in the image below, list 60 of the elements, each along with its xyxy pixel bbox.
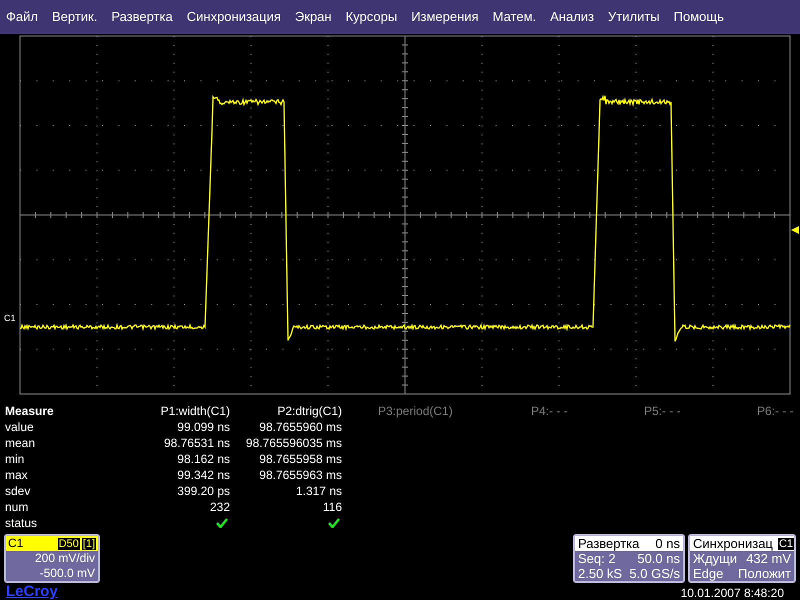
timebase-delay: 0 ns: [655, 536, 680, 551]
measure-value: 98.162 ns: [177, 451, 230, 467]
info-label: Seq: 2: [578, 551, 616, 566]
parameter-header[interactable]: P3:period(C1): [378, 404, 453, 418]
info-value: 432 mV: [746, 551, 791, 566]
parameter-header[interactable]: P2:dtrig(C1): [277, 404, 342, 418]
menu-item[interactable]: Анализ: [550, 7, 594, 27]
measure-value: 399.20 ps: [177, 483, 230, 499]
channel-offset: -500.0 mV: [38, 566, 96, 581]
channel-scale: 200 mV/div: [34, 551, 96, 566]
menu-item[interactable]: Вертик.: [52, 7, 98, 27]
trigger-level-icon[interactable]: [791, 226, 799, 234]
info-label: Edge: [693, 566, 724, 581]
menu-item[interactable]: Развертка: [111, 7, 173, 27]
row-label: max: [4, 467, 29, 483]
info-panel[interactable]: Синхронизац C1 Ждущи 432 mV Edge Положит: [688, 534, 796, 583]
info-value: 50.0 ns: [637, 551, 680, 566]
measure-value: 98.7655958 ms: [259, 451, 342, 467]
channel-badge: D50: [58, 538, 80, 550]
channel-name: C1: [8, 536, 24, 551]
menu-item[interactable]: Экран: [294, 7, 332, 27]
measure-value: 99.099 ns: [177, 419, 230, 435]
row-label: value: [4, 419, 35, 435]
measure-value: 98.7655963 ms: [259, 467, 342, 483]
trigger-source: C1: [778, 538, 794, 550]
parameter-header[interactable]: P1:width(C1): [160, 404, 230, 418]
menu-item[interactable]: Файл: [6, 7, 38, 27]
menu-item[interactable]: Курсоры: [346, 7, 398, 27]
measure-value: 98.765596035 ms: [246, 435, 342, 451]
measure-title: Measure: [4, 403, 55, 419]
menu-item[interactable]: Утилиты: [608, 7, 660, 27]
trigger-title: Синхронизац: [693, 536, 773, 551]
measure-value: 1.317 ns: [296, 483, 342, 499]
row-label: sdev: [4, 483, 32, 499]
info-label: 2.50 kS: [578, 566, 622, 581]
info-panel[interactable]: Развертка 0 ns Seq: 2 50.0 ns 2.50 kS 5.0 GS/s: [573, 534, 685, 583]
menu-item[interactable]: Синхронизация: [186, 7, 281, 27]
info-value: 5.0 GS/s: [629, 566, 680, 581]
parameter-header[interactable]: P4:- - -: [531, 404, 568, 418]
info-label: Ждущи: [693, 551, 738, 566]
timestamp: 10.01.2007 8:48:20: [680, 586, 785, 600]
row-label: status: [4, 515, 38, 531]
timebase-title: Развертка: [578, 536, 640, 551]
measure-value: 116: [322, 499, 342, 515]
measure-value: 98.7655960 ms: [259, 419, 342, 435]
measure-value: 232: [210, 499, 230, 515]
menu-item[interactable]: Измерения: [411, 7, 479, 27]
row-label: mean: [4, 435, 36, 451]
measure-value: 99.342 ns: [177, 467, 230, 483]
channel-marker: C1: [4, 314, 16, 323]
menu-item[interactable]: Помощь: [674, 7, 724, 27]
measure-value: 98.76531 ns: [164, 435, 230, 451]
info-value: Положит: [738, 566, 791, 581]
menu-item[interactable]: Матем.: [492, 7, 536, 27]
row-label: min: [4, 451, 26, 467]
parameter-header[interactable]: P6:- - -: [757, 404, 794, 418]
channel-panel[interactable]: C1 D50 [1] 200 mV/div -500.0 mV: [4, 534, 100, 583]
channel-badge: [1]: [82, 538, 96, 550]
row-label: num: [4, 499, 30, 515]
parameter-header[interactable]: P5:- - -: [644, 404, 681, 418]
